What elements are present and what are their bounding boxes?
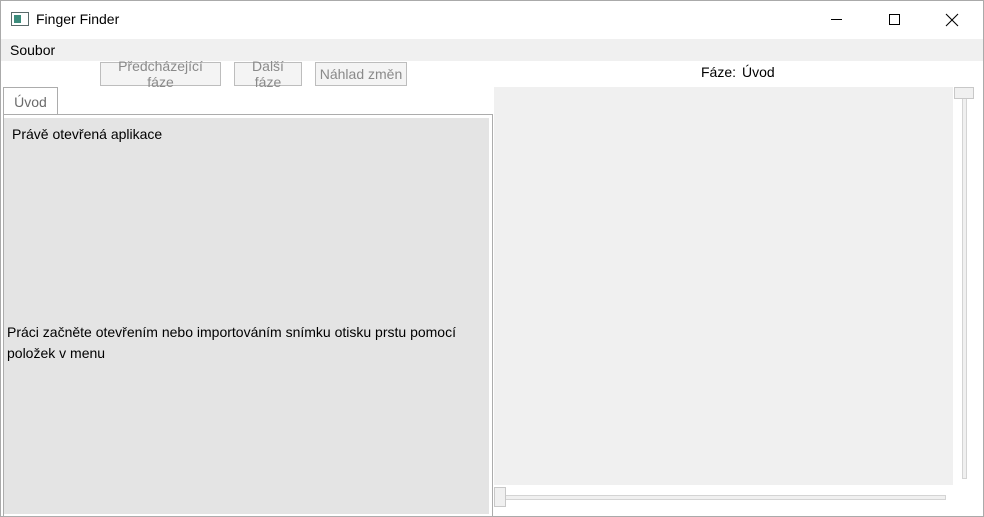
horizontal-scrollbar[interactable] (503, 495, 946, 500)
status-text: Právě otevřená aplikace (12, 126, 163, 142)
image-viewer[interactable] (494, 87, 953, 485)
close-icon (945, 13, 959, 26)
vertical-scroll-thumb[interactable] (954, 87, 974, 99)
app-window-icon (11, 12, 29, 26)
vertical-scrollbar[interactable] (962, 97, 967, 479)
window-title: Finger Finder (36, 11, 120, 27)
title-bar[interactable]: Finger Finder (1, 1, 983, 38)
close-button[interactable] (929, 1, 975, 38)
info-text: Práci začněte otevřením nebo importování… (7, 324, 456, 361)
app-window: Finger Finder Soubor Předcházející fáze … (0, 0, 984, 517)
maximize-icon (888, 14, 900, 25)
menu-item-soubor[interactable]: Soubor (10, 42, 55, 58)
tab-uvod[interactable]: Úvod (3, 87, 58, 115)
phase-indicator: Fáze: Úvod (701, 64, 775, 80)
minimize-button[interactable] (813, 1, 859, 38)
phase-label: Fáze: (701, 64, 737, 80)
phase-value: Úvod (742, 64, 775, 80)
preview-changes-button[interactable]: Náhlad změn (315, 62, 407, 86)
maximize-button[interactable] (871, 1, 917, 38)
horizontal-scroll-thumb[interactable] (494, 487, 506, 507)
minimize-icon (830, 19, 842, 20)
next-phase-button[interactable]: Další fáze (234, 58, 302, 90)
previous-phase-button[interactable]: Předcházející fáze (100, 58, 221, 90)
panel-content: Právě otevřená aplikace Práci začněte ot… (4, 118, 489, 514)
